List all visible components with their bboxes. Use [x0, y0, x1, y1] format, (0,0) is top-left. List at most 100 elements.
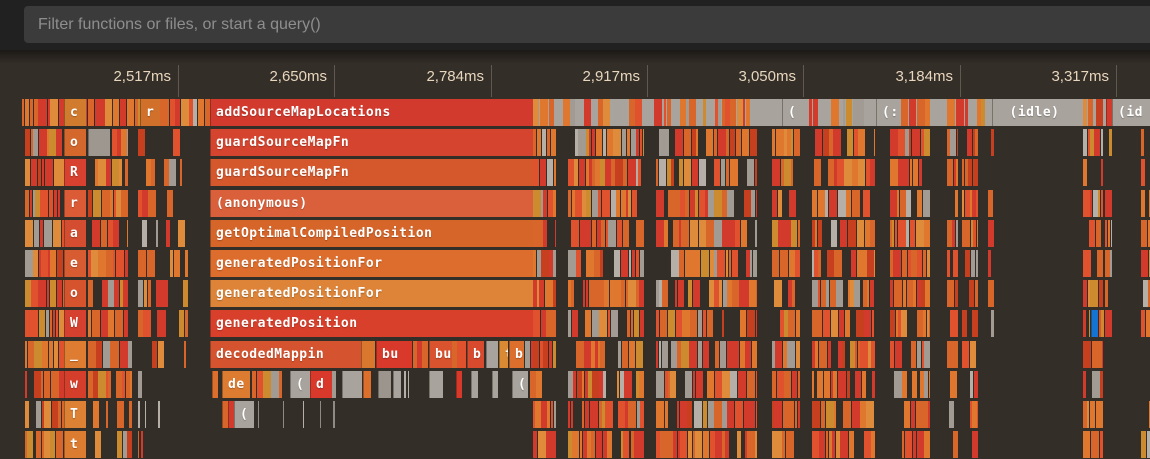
flame-stripe[interactable] — [574, 159, 578, 186]
flame-stripe[interactable] — [127, 129, 128, 156]
flame-stripe[interactable] — [823, 310, 830, 337]
flame-stripe[interactable] — [814, 159, 821, 186]
flame-stripe[interactable] — [874, 250, 875, 277]
flame-stripe[interactable] — [913, 159, 918, 186]
flame-frame-block[interactable] — [486, 341, 498, 368]
flame-stripe[interactable] — [103, 341, 110, 368]
flame-stripe[interactable] — [970, 341, 976, 368]
flame-stripe[interactable] — [333, 401, 335, 428]
flame-stripe[interactable] — [58, 190, 60, 217]
flame-stripe[interactable] — [621, 280, 625, 307]
flame-stripe[interactable] — [659, 341, 661, 368]
flame-stripe[interactable] — [50, 310, 52, 337]
flame-stripe[interactable] — [838, 371, 846, 398]
flame-stripe[interactable] — [893, 250, 901, 277]
flame-stripe[interactable] — [903, 280, 906, 307]
flame-stripe[interactable] — [533, 190, 541, 217]
flame-stripe[interactable] — [874, 129, 875, 156]
flame-stripe[interactable] — [794, 129, 800, 156]
flame-stripe[interactable] — [829, 190, 837, 217]
flame-stripe[interactable] — [867, 250, 874, 277]
flame-stripe[interactable] — [727, 401, 734, 428]
flame-stripe[interactable] — [809, 99, 812, 126]
flame-stripe[interactable] — [824, 371, 830, 398]
flame-stripe[interactable] — [972, 431, 978, 458]
flame-frame[interactable]: de — [222, 371, 250, 398]
flame-stripe[interactable] — [25, 341, 27, 368]
flame-stripe[interactable] — [898, 220, 906, 247]
timeline-ruler[interactable]: 2,517ms2,650ms2,784ms2,917ms3,050ms3,184… — [0, 50, 1150, 99]
flame-stripe[interactable] — [125, 250, 128, 277]
flame-stripe[interactable] — [970, 371, 973, 398]
flame-stripe[interactable] — [543, 220, 547, 247]
flame-stripe[interactable] — [1110, 250, 1112, 277]
flame-stripe[interactable] — [170, 250, 173, 277]
flame-stripe[interactable] — [905, 431, 912, 458]
flame-stripe[interactable] — [1146, 310, 1150, 337]
flame-stripe[interactable] — [615, 159, 623, 186]
flame-stripe[interactable] — [928, 401, 930, 428]
flame-stripe[interactable] — [751, 190, 755, 217]
flame-stripe[interactable] — [924, 341, 930, 368]
flame-stripe[interactable] — [815, 341, 818, 368]
flame-stripe[interactable] — [105, 99, 112, 126]
flame-stripe[interactable] — [616, 190, 620, 217]
flame-stripe[interactable] — [902, 250, 907, 277]
flame-frame[interactable]: (: — [876, 99, 896, 126]
flame-stripe[interactable] — [536, 371, 542, 398]
flame-stripe[interactable] — [1088, 99, 1093, 126]
flame-stripe[interactable] — [756, 371, 757, 398]
flame-stripe[interactable] — [147, 250, 155, 277]
flame-stripe[interactable] — [753, 250, 757, 277]
flame-stripe[interactable] — [840, 220, 847, 247]
flame-stripe[interactable] — [890, 310, 895, 337]
flame-stripe[interactable] — [571, 401, 573, 428]
flame-frame[interactable]: c — [64, 99, 86, 126]
flame-stripe[interactable] — [968, 159, 972, 186]
flame-stripe[interactable] — [39, 129, 47, 156]
flame-stripe[interactable] — [1089, 310, 1090, 337]
flame-stripe[interactable] — [54, 190, 57, 217]
flame-stripe[interactable] — [91, 250, 98, 277]
flame-stripe[interactable] — [727, 190, 734, 217]
flame-stripe[interactable] — [113, 220, 119, 247]
filter-input[interactable] — [24, 6, 1150, 43]
flame-stripe[interactable] — [954, 341, 958, 368]
flame-stripe[interactable] — [795, 401, 797, 428]
flame-stripe[interactable] — [113, 99, 119, 126]
flame-stripe[interactable] — [57, 280, 62, 307]
flame-stripe[interactable] — [549, 99, 554, 126]
flame-stripe[interactable] — [755, 220, 757, 247]
flame-stripe[interactable] — [53, 220, 61, 247]
flame-stripe[interactable] — [656, 159, 658, 186]
flame-frame[interactable]: w — [64, 371, 86, 398]
flame-stripe[interactable] — [34, 341, 42, 368]
flame-stripe[interactable] — [912, 371, 917, 398]
flame-stripe[interactable] — [826, 431, 828, 458]
flame-stripe[interactable] — [670, 371, 676, 398]
flame-stripe[interactable] — [971, 250, 975, 277]
flame-stripe[interactable] — [749, 280, 756, 307]
flame-stripe[interactable] — [726, 129, 729, 156]
flame-stripe[interactable] — [636, 129, 639, 156]
flame-frame[interactable]: r — [64, 190, 86, 217]
flame-stripe[interactable] — [98, 159, 106, 186]
flame-stripe[interactable] — [563, 99, 570, 126]
flame-frame[interactable]: t — [499, 341, 508, 368]
flame-stripe[interactable] — [1083, 310, 1086, 337]
flame-stripe[interactable] — [956, 159, 958, 186]
flame-stripe[interactable] — [568, 190, 571, 217]
flame-stripe[interactable] — [772, 129, 775, 156]
flame-stripe[interactable] — [693, 250, 700, 277]
flame-stripe[interactable] — [834, 250, 842, 277]
flame-stripe[interactable] — [904, 401, 910, 428]
flame-stripe[interactable] — [774, 401, 782, 428]
flame-stripe[interactable] — [688, 431, 692, 458]
flame-stripe[interactable] — [911, 401, 915, 428]
flame-stripe[interactable] — [643, 129, 644, 156]
flame-stripe[interactable] — [750, 129, 757, 156]
flame-stripe[interactable] — [175, 99, 180, 126]
flame-stripe[interactable] — [703, 310, 706, 337]
flame-stripe[interactable] — [36, 431, 41, 458]
flame-stripe[interactable] — [972, 310, 978, 337]
